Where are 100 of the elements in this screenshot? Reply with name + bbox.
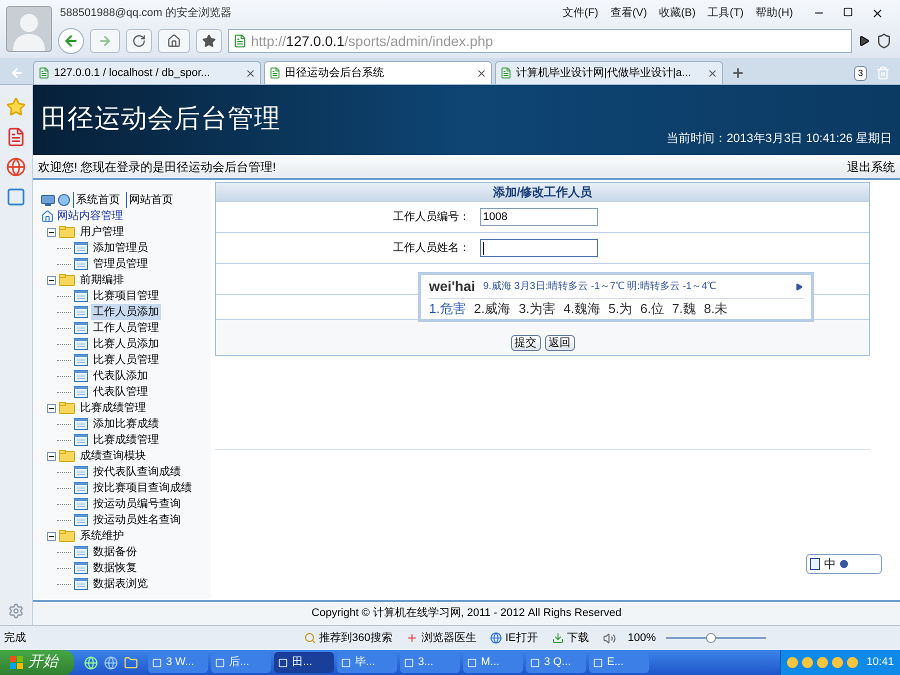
tree-item[interactable]: 添加比赛成绩	[91, 416, 161, 432]
tree-item[interactable]: 按运动员姓名查询	[91, 512, 183, 528]
restore-icon[interactable]	[843, 6, 853, 16]
ie-icon[interactable]	[104, 656, 118, 670]
folder-icon	[59, 530, 75, 542]
menu-item[interactable]: 工具(T)	[708, 4, 744, 22]
ime-mode[interactable]: 中	[824, 555, 836, 573]
taskbar-button[interactable]: 田...	[274, 652, 334, 673]
tree-item[interactable]: 比赛人员管理	[91, 352, 161, 368]
ime-candidate[interactable]: 4.魏海	[564, 299, 600, 319]
taskbar-button[interactable]: 3 Q...	[526, 652, 586, 673]
menu-item[interactable]: 文件(F)	[562, 4, 598, 22]
close-icon[interactable]	[245, 68, 256, 78]
menu-item[interactable]: 帮助(H)	[756, 4, 793, 22]
page-icon	[74, 546, 88, 558]
ime-candidate[interactable]: 2.威海	[474, 299, 511, 319]
taskbar-button[interactable]: M...	[463, 652, 523, 673]
tree-item[interactable]: 工作人员添加	[91, 304, 161, 320]
refresh-icon	[132, 34, 146, 48]
refresh-button[interactable]	[126, 29, 152, 53]
status-item[interactable]: IE打开	[505, 630, 538, 646]
close-icon[interactable]	[707, 68, 718, 78]
page-icon	[74, 514, 88, 526]
menu-item[interactable]: 查看(V)	[610, 4, 647, 22]
settings-icon[interactable]	[8, 603, 24, 619]
close-icon[interactable]	[476, 68, 487, 78]
ime-candidate[interactable]: 6.位	[640, 299, 664, 319]
sidebar-toggle-icon[interactable]	[10, 66, 24, 80]
tree-folder[interactable]: 用户管理	[78, 224, 124, 240]
collapse-icon[interactable]	[47, 276, 56, 284]
ime-candidate[interactable]: 5.为	[608, 299, 632, 319]
tree-item[interactable]: 数据备份	[91, 544, 139, 560]
tree-item[interactable]: 比赛成绩管理	[91, 432, 161, 448]
current-time: 当前时间：2013年3月3日 10:41:26 星期日	[666, 130, 892, 147]
next-page-icon[interactable]	[795, 282, 803, 290]
page-icon	[74, 434, 88, 446]
logout-link[interactable]: 退出系统	[847, 158, 895, 176]
news-icon[interactable]	[6, 127, 26, 147]
monitor-icon	[41, 194, 55, 206]
close-icon[interactable]	[871, 6, 884, 20]
home-button[interactable]	[158, 29, 190, 53]
top-link[interactable]: 系统首页	[73, 192, 123, 208]
text-input[interactable]: 1008	[480, 208, 598, 226]
tree-item[interactable]: 代表队管理	[91, 384, 150, 400]
tree-item[interactable]: 添加管理员	[91, 240, 150, 256]
tree-item[interactable]: 数据表浏览	[91, 576, 150, 592]
tree-item[interactable]: 代表队添加	[91, 368, 150, 384]
collapse-icon[interactable]	[47, 452, 56, 460]
status-item[interactable]: 下载	[566, 630, 589, 646]
collapse-icon[interactable]	[47, 228, 56, 236]
tab-count-badge[interactable]: 3	[854, 66, 867, 81]
folder-icon	[59, 226, 75, 238]
taskbar-button[interactable]: E...	[589, 652, 649, 673]
tree-folder[interactable]: 前期编排	[78, 272, 124, 288]
new-tab-icon[interactable]	[731, 66, 745, 80]
ime-candidate[interactable]: 7.魏	[672, 299, 696, 319]
shield-icon[interactable]	[876, 33, 892, 49]
tree-item[interactable]: 按比赛项目查询成绩	[91, 480, 194, 496]
ime-candidate[interactable]: 3.为害	[518, 299, 556, 319]
tree-item[interactable]: 管理员管理	[91, 256, 150, 272]
zoom-level[interactable]: 100%	[628, 630, 656, 646]
volume-icon[interactable]	[602, 632, 616, 644]
tree-item[interactable]: 按代表队查询成绩	[91, 464, 183, 480]
tree-item[interactable]: 工作人员管理	[91, 320, 161, 336]
page-icon	[74, 338, 88, 350]
tree-item[interactable]: 按运动员编号查询	[91, 496, 183, 512]
ime-candidate[interactable]: 8.未	[704, 299, 728, 319]
taskbar-button[interactable]: 3 W...	[148, 652, 208, 673]
collapse-icon[interactable]	[47, 532, 56, 540]
start-button[interactable]: 开始	[0, 650, 74, 675]
text-input[interactable]	[480, 239, 598, 257]
form-button[interactable]: 提交	[510, 335, 540, 351]
tree-folder[interactable]: 系统维护	[78, 528, 124, 544]
folder-icon[interactable]	[124, 656, 138, 670]
menu-item[interactable]: 收藏(B)	[659, 4, 696, 22]
favorite-button[interactable]	[196, 29, 222, 53]
slider-thumb[interactable]	[706, 633, 716, 643]
back-button[interactable]	[58, 28, 84, 54]
site-title: 田径运动会后台管理	[41, 102, 281, 135]
browser-icon[interactable]	[84, 656, 98, 670]
status-item[interactable]: 推荐到360搜索	[319, 630, 392, 646]
tree-item[interactable]: 数据恢复	[91, 560, 139, 576]
taskbar-button[interactable]: 后...	[211, 652, 271, 673]
top-link[interactable]: 网站首页	[126, 192, 176, 208]
page-icon	[74, 562, 88, 574]
go-icon[interactable]	[858, 35, 870, 47]
star-icon[interactable]	[6, 97, 26, 117]
status-item[interactable]: 浏览器医生	[421, 630, 476, 646]
taskbar-button[interactable]: 毕...	[337, 652, 397, 673]
collapse-icon[interactable]	[47, 404, 56, 412]
tree-folder[interactable]: 比赛成绩管理	[78, 400, 146, 416]
windows-logo	[10, 656, 24, 670]
taskbar-button[interactable]: 3...	[400, 652, 460, 673]
ime-candidate[interactable]: 1.危害	[429, 299, 466, 319]
tree-item[interactable]: 比赛人员添加	[91, 336, 161, 352]
tree-item[interactable]: 比赛项目管理	[91, 288, 161, 304]
tree-folder[interactable]: 成绩查询模块	[78, 448, 146, 464]
clock: 10:41	[866, 655, 894, 670]
form-button[interactable]: 返回	[544, 335, 574, 351]
tree-root[interactable]: 网站内容管理	[57, 208, 123, 224]
